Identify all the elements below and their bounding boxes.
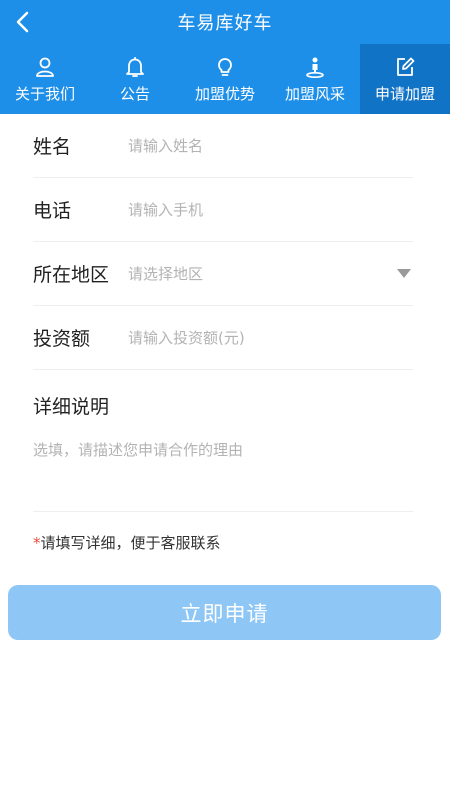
user-icon: [33, 55, 57, 79]
tab-bar: 关于我们 公告 加盟优势 加盟风采 申请加盟: [0, 44, 450, 114]
investment-input[interactable]: 请输入投资额(元): [128, 327, 413, 348]
tab-label: 公告: [119, 84, 150, 103]
phone-label: 电话: [33, 200, 72, 222]
tab-franchise-advantages[interactable]: 加盟优势: [180, 44, 270, 114]
details-label: 详细说明: [33, 396, 110, 418]
phone-input[interactable]: 请输入手机: [128, 199, 413, 220]
details-textarea[interactable]: 选填，请描述您申请合作的理由: [33, 439, 413, 460]
application-form: 姓名 请输入姓名 电话 请输入手机 所在地区 请选择地区 投资额 请输入投资额(…: [0, 114, 450, 512]
tab-announcement[interactable]: 公告: [90, 44, 180, 114]
dropdown-arrow-icon[interactable]: [397, 269, 411, 278]
name-field[interactable]: 姓名 请输入姓名: [33, 114, 413, 178]
page-title: 车易库好车: [177, 13, 273, 34]
lightbulb-icon: [213, 55, 237, 79]
name-label: 姓名: [33, 136, 72, 158]
region-field[interactable]: 所在地区 请选择地区: [33, 242, 413, 306]
top-bar: 车易库好车: [0, 0, 450, 44]
tab-label: 加盟风采: [284, 84, 345, 103]
tab-apply-franchise[interactable]: 申请加盟: [360, 44, 450, 114]
submit-button[interactable]: 立即申请: [8, 585, 441, 640]
details-field[interactable]: 详细说明 选填，请描述您申请合作的理由: [33, 370, 413, 512]
bell-icon: [123, 55, 147, 79]
tab-about-us[interactable]: 关于我们: [0, 44, 90, 114]
name-input[interactable]: 请输入姓名: [128, 135, 413, 156]
edit-icon: [393, 55, 417, 79]
tab-label: 关于我们: [14, 84, 75, 103]
form-note: *请填写详细，便于客服联系: [0, 532, 450, 553]
tab-label: 申请加盟: [374, 84, 435, 103]
back-button[interactable]: [10, 8, 38, 36]
region-label: 所在地区: [33, 264, 110, 286]
tab-label: 加盟优势: [194, 84, 255, 103]
tab-franchise-showcase[interactable]: 加盟风采: [270, 44, 360, 114]
chevron-left-icon: [16, 11, 29, 33]
investment-label: 投资额: [33, 328, 91, 350]
note-text: 请填写详细，便于客服联系: [40, 534, 221, 552]
phone-field[interactable]: 电话 请输入手机: [33, 178, 413, 242]
region-select[interactable]: 请选择地区: [128, 263, 413, 284]
location-person-icon: [303, 55, 327, 79]
investment-field[interactable]: 投资额 请输入投资额(元): [33, 306, 413, 370]
required-star: *: [33, 534, 41, 552]
